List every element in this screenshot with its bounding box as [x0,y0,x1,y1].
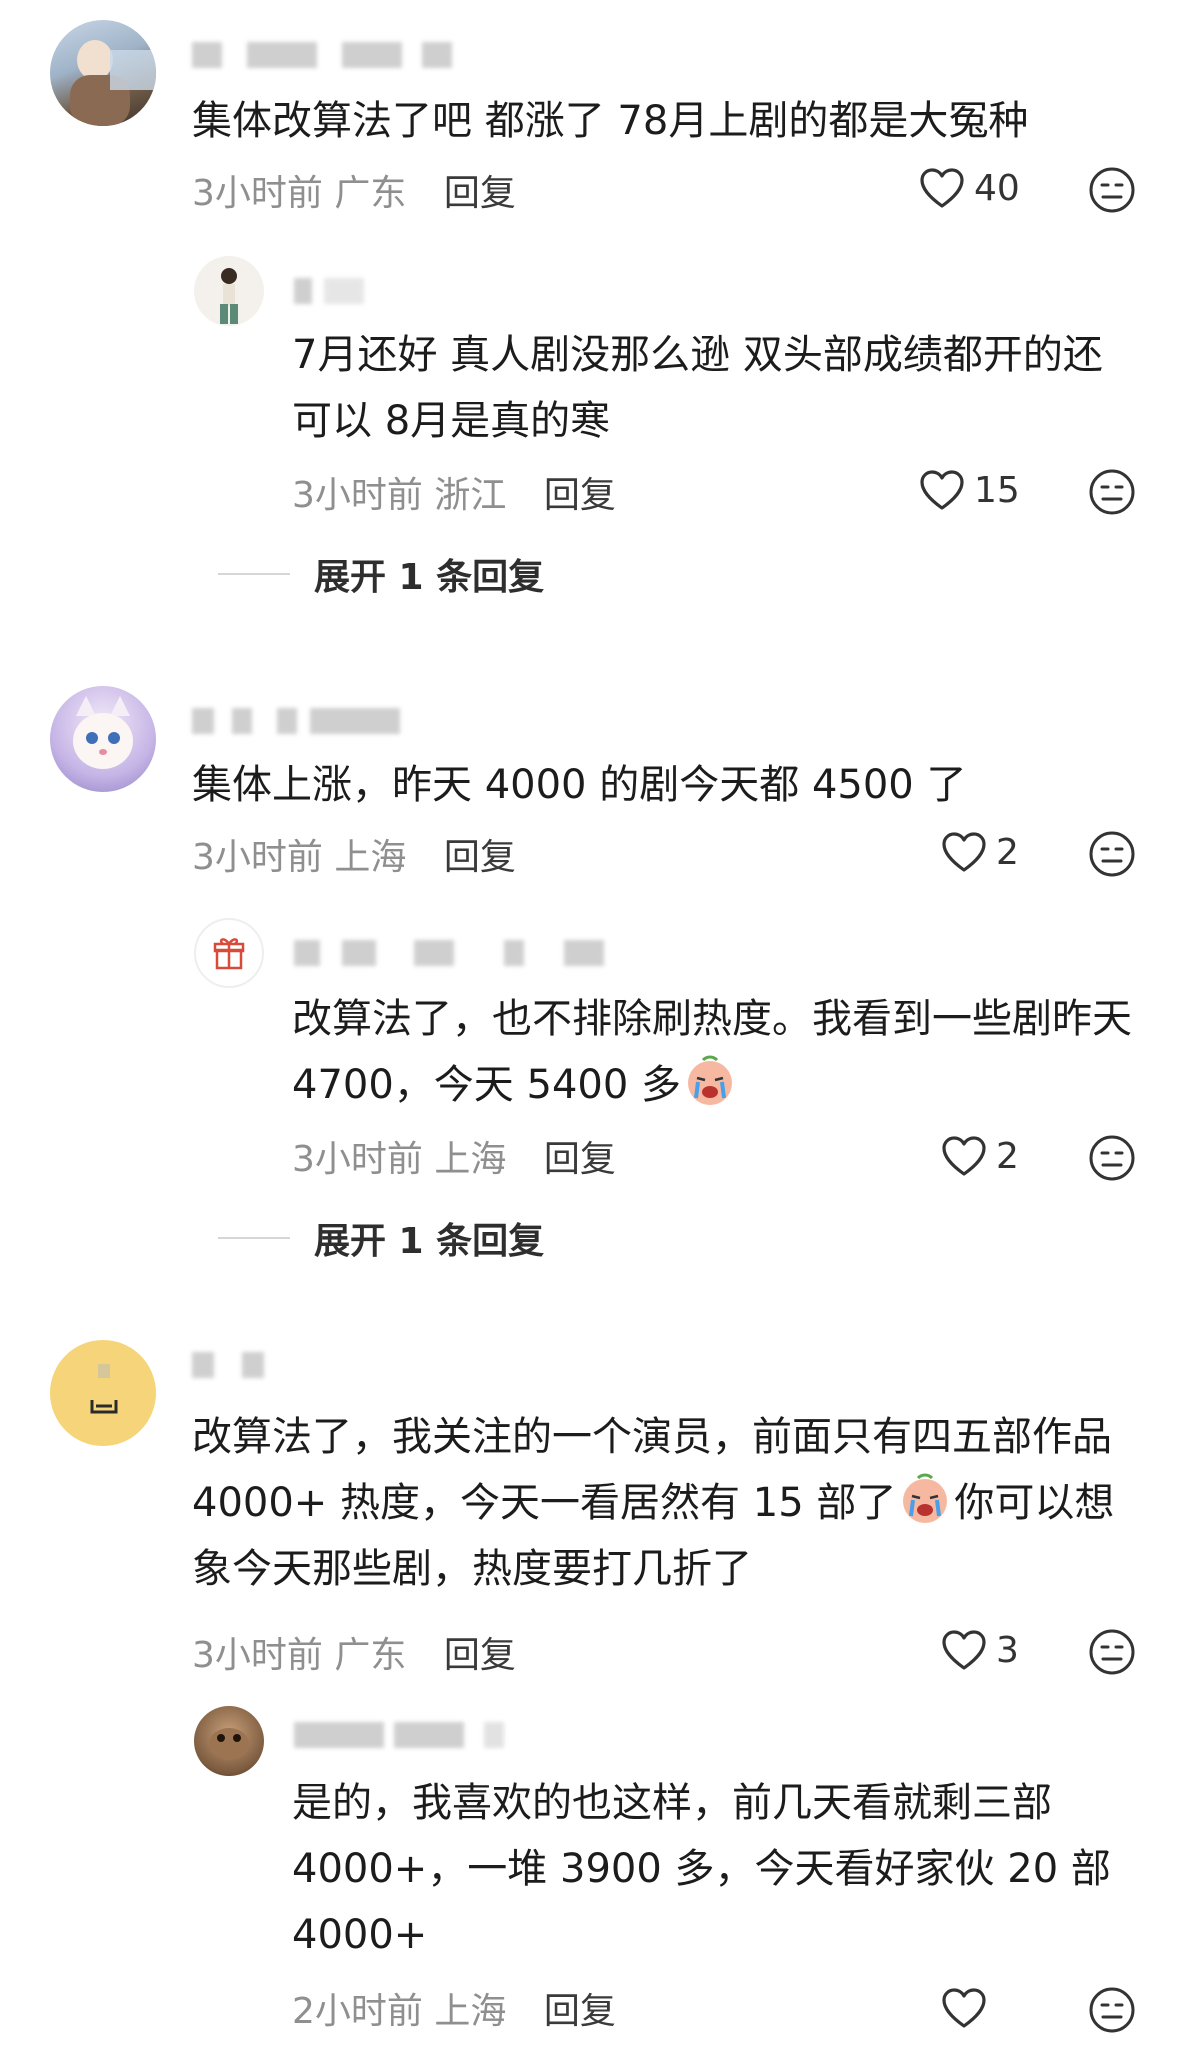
username-redacted[interactable] [294,1722,514,1748]
meh-face-icon[interactable] [1088,830,1136,878]
comment-text: 集体上涨，昨天 4000 的剧今天都 4500 了 [192,762,967,808]
like-count: 40 [974,167,1020,209]
meh-face-icon[interactable] [1088,1134,1136,1182]
like-count: 15 [974,469,1020,511]
reply-button[interactable]: 回复 [444,1635,516,1676]
like-button[interactable]: 2 [940,830,1019,874]
comment-meta: 2小时前 上海 回复 [292,1982,616,2034]
comment-meta: 3小时前 广东 回复 [192,164,516,216]
comment-text: 改算法了，我关注的一个演员，前面只有四五部作品 4000+ 热度，今天一看居然有… [192,1404,1132,1602]
divider [218,573,290,575]
reply-button[interactable]: 回复 [544,1991,616,2032]
reply-button[interactable]: 回复 [444,173,516,214]
avatar[interactable] [194,1706,264,1776]
username-redacted[interactable] [294,278,374,304]
comment-time: 3小时前 [292,1139,423,1180]
comment-location: 上海 [434,1991,507,2032]
meh-face-icon[interactable] [1088,468,1136,516]
comment-text: 是的，我喜欢的也这样，前几天看就剩三部 4000+，一堆 3900 多，今天看好… [292,1780,1124,1958]
comment-meta: 3小时前 上海 回复 [292,1130,616,1182]
like-button[interactable]: 2 [940,1134,1019,1178]
comment-time: 3小时前 [292,475,423,516]
comment-meta: 3小时前 上海 回复 [192,828,516,880]
username-redacted[interactable] [294,940,634,966]
gift-icon [213,938,245,970]
like-button[interactable] [940,1986,996,2030]
expand-label: 展开 1 条回复 [314,1221,545,1262]
like-count: 2 [996,1135,1019,1177]
avatar[interactable] [194,918,264,988]
comment-text: 改算法了，也不排除刷热度。我看到一些剧昨天 4700，今天 5400 多 [292,986,1132,1118]
comment-location: 上海 [334,837,407,878]
heart-outline-icon [942,1136,986,1176]
heart-outline-icon [920,470,964,510]
expand-label: 展开 1 条回复 [314,557,545,598]
username-redacted[interactable] [192,708,402,734]
like-button[interactable]: 3 [940,1628,1019,1672]
reply-button[interactable]: 回复 [444,837,516,878]
reply-button[interactable]: 回复 [544,1139,616,1180]
heart-outline-icon [942,1630,986,1670]
avatar[interactable] [50,1340,156,1446]
comment-location: 广东 [334,1635,407,1676]
like-button[interactable]: 40 [918,166,1020,210]
expand-replies-button[interactable]: 展开 1 条回复 [218,1212,544,1264]
heart-outline-icon [920,168,964,208]
username-redacted[interactable] [192,42,462,68]
username-redacted[interactable] [192,1352,272,1378]
crying-face-emoji [688,1055,733,1105]
comment-time: 3小时前 [192,173,323,214]
like-count: 2 [996,831,1019,873]
reply-button[interactable]: 回复 [544,475,616,516]
comment-text: 7月还好 真人剧没那么逊 双头部成绩都开的还可以 8月是真的寒 [292,332,1103,444]
comment-meta: 3小时前 广东 回复 [192,1626,516,1678]
divider [218,1237,290,1239]
meh-face-icon[interactable] [1088,1986,1136,2034]
like-button[interactable]: 15 [918,468,1020,512]
avatar[interactable] [194,256,264,326]
comment-text: 集体改算法了吧 都涨了 78月上剧的都是大冤种 [192,98,1029,144]
heart-outline-icon [942,1988,986,2028]
crying-face-emoji [903,1473,948,1523]
comment-time: 3小时前 [192,1635,323,1676]
comment-time: 3小时前 [192,837,323,878]
like-count: 3 [996,1629,1019,1671]
comment-location: 广东 [334,173,407,214]
avatar[interactable] [50,686,156,792]
heart-outline-icon [942,832,986,872]
expand-replies-button[interactable]: 展开 1 条回复 [218,548,544,600]
avatar[interactable] [50,20,156,126]
comment-location: 上海 [434,1139,507,1180]
meh-face-icon[interactable] [1088,166,1136,214]
meh-face-icon[interactable] [1088,1628,1136,1676]
comment-time: 2小时前 [292,1991,423,2032]
comment-meta: 3小时前 浙江 回复 [292,466,616,518]
comment-location: 浙江 [434,475,507,516]
